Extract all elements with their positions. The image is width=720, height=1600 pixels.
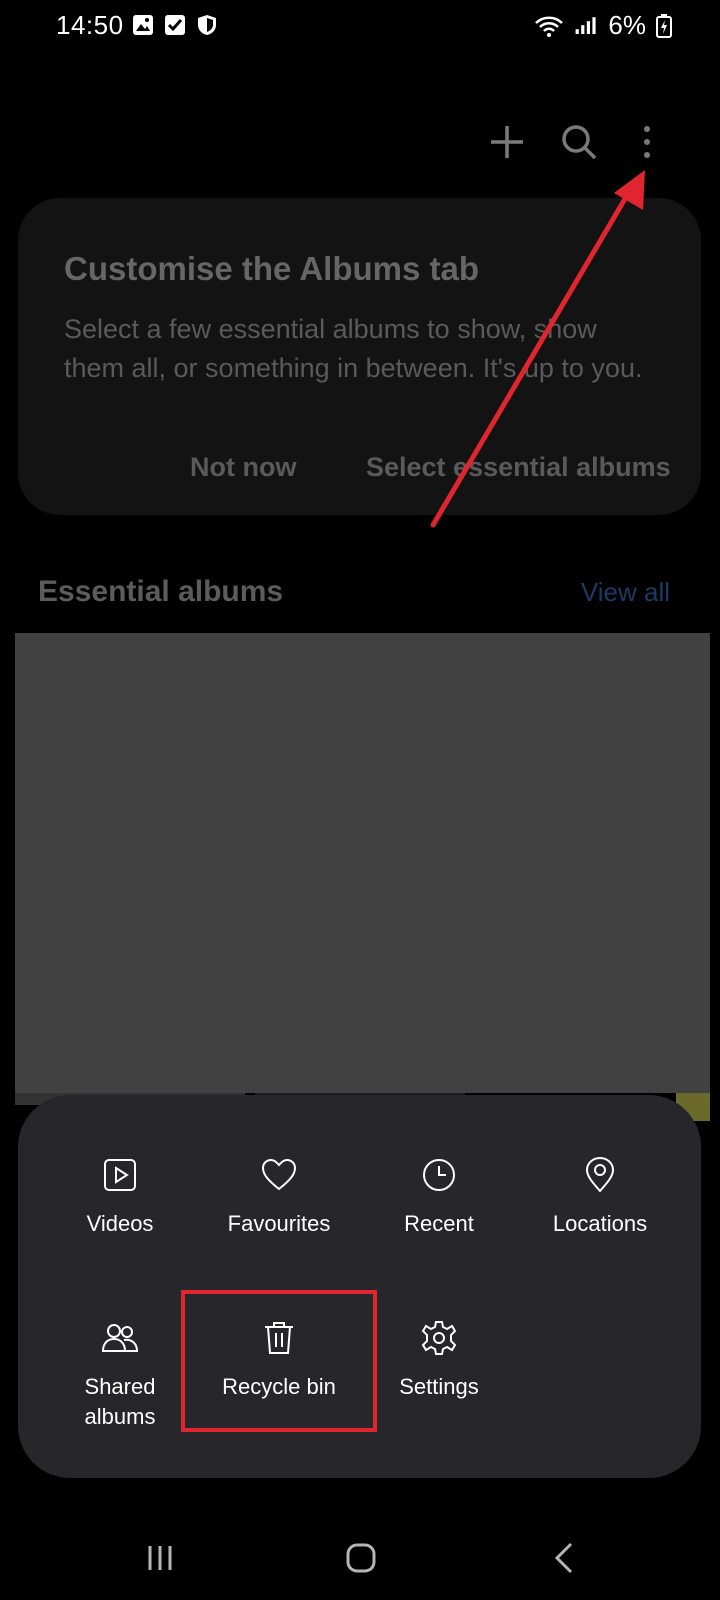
status-time: 14:50 — [56, 10, 124, 40]
album-thumbnail[interactable] — [15, 633, 710, 1093]
back-button[interactable] — [535, 1528, 595, 1588]
menu-item-shared-albums[interactable]: Shared albums — [40, 1318, 200, 1432]
wifi-icon — [535, 16, 564, 37]
battery-charging-icon — [656, 13, 672, 38]
search-button[interactable] — [551, 114, 607, 170]
checkbox-notification-icon — [165, 15, 185, 35]
location-pin-icon — [585, 1156, 615, 1193]
menu-item-favourites[interactable]: Favourites — [199, 1155, 359, 1239]
back-icon — [554, 1542, 573, 1574]
menu-item-videos[interactable]: Videos — [40, 1155, 200, 1239]
clock-icon — [423, 1159, 455, 1191]
menu-label: Settings — [399, 1374, 479, 1399]
status-right: 6% — [534, 10, 672, 41]
not-now-button[interactable]: Not now — [190, 452, 296, 483]
video-icon — [104, 1159, 136, 1191]
home-button[interactable] — [331, 1528, 391, 1588]
menu-label: Shared albums — [84, 1374, 156, 1429]
gallery-notification-icon — [133, 15, 153, 35]
recycle-bin-highlight — [181, 1290, 377, 1432]
heart-icon — [261, 1158, 297, 1191]
battery-percent: 6% — [608, 10, 646, 40]
search-icon — [562, 125, 597, 160]
select-essential-albums-button[interactable]: Select essential albums — [366, 452, 671, 483]
add-button[interactable] — [479, 114, 535, 170]
shield-notification-icon — [198, 15, 216, 35]
menu-item-recent[interactable]: Recent — [359, 1155, 519, 1239]
home-icon — [346, 1543, 376, 1573]
more-vertical-icon — [644, 126, 650, 158]
plus-icon — [491, 126, 523, 158]
menu-label: Locations — [552, 1211, 648, 1236]
menu-label: Recent — [404, 1211, 474, 1236]
shared-people-icon — [101, 1324, 139, 1352]
card-body: Select a few essential albums to show, s… — [64, 314, 643, 383]
status-notification-icons — [132, 14, 218, 36]
menu-label: Favourites — [227, 1211, 331, 1236]
recent-apps-icon — [148, 1546, 172, 1570]
signal-icon — [576, 16, 597, 34]
gear-icon — [421, 1321, 457, 1355]
more-options-button[interactable] — [619, 114, 675, 170]
menu-label: Videos — [86, 1211, 154, 1236]
recent-apps-button[interactable] — [130, 1528, 190, 1588]
essential-albums-title: Essential albums — [38, 575, 284, 608]
menu-item-settings[interactable]: Settings — [359, 1318, 519, 1402]
view-all-link[interactable]: View all — [581, 577, 670, 608]
menu-item-locations[interactable]: Locations — [520, 1155, 680, 1239]
card-title: Customise the Albums tab — [64, 250, 479, 287]
